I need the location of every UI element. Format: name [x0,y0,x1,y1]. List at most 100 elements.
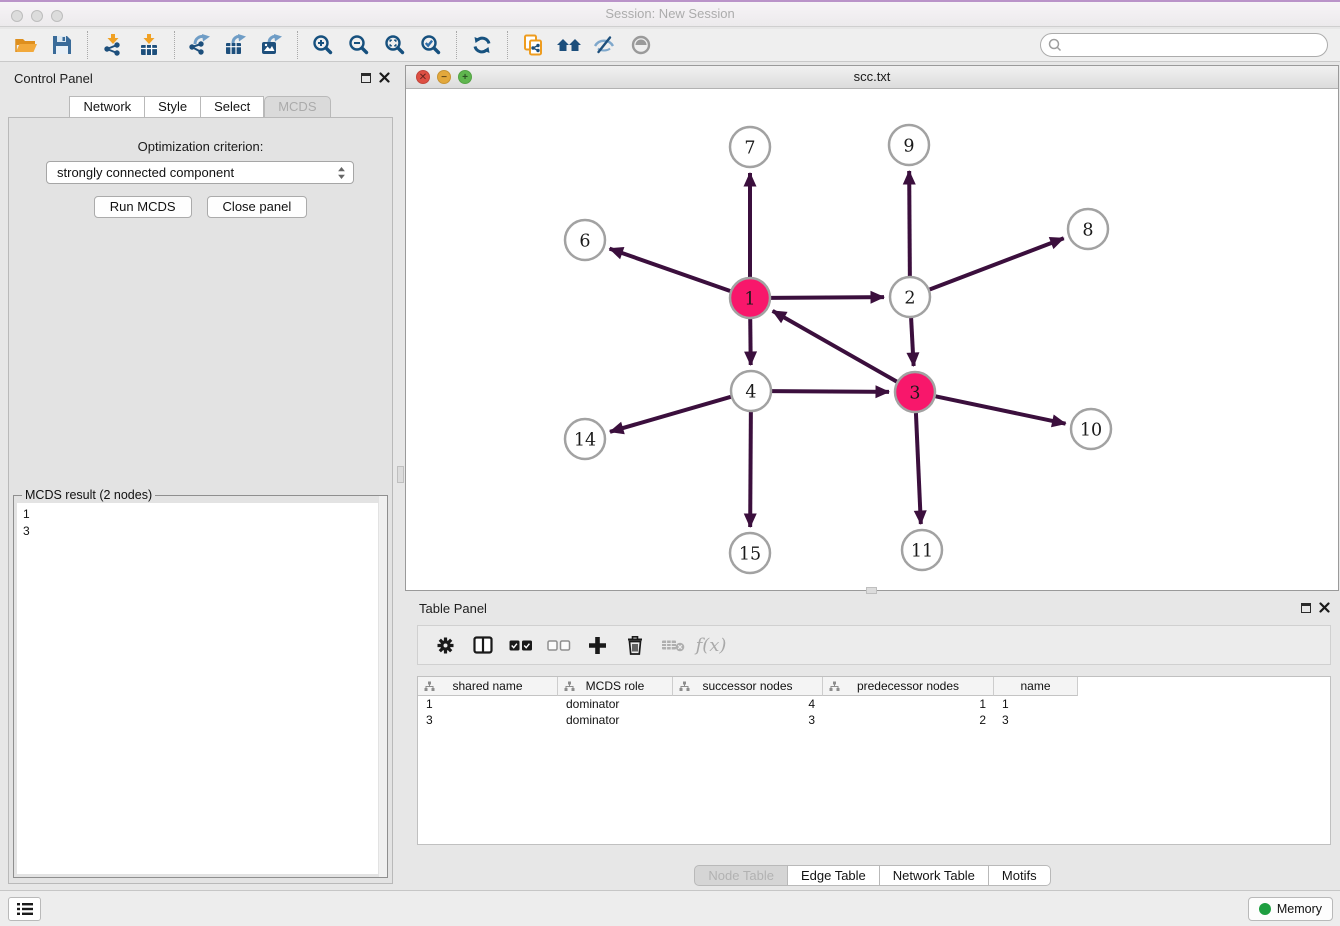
graph-node-15[interactable]: 15 [730,533,770,573]
float-panel-icon[interactable] [361,73,371,83]
float-panel-icon[interactable] [1301,603,1311,613]
graph-node-11[interactable]: 11 [902,530,942,570]
search-field-wrap [1040,33,1328,57]
graph-node-label: 14 [574,430,596,450]
show-app-manager-button[interactable] [8,897,41,921]
node-table[interactable]: shared name MCDS role successor nodes pr… [417,676,1331,845]
network-close-button[interactable]: ✕ [416,70,430,84]
graph-node-6[interactable]: 6 [565,220,605,260]
tab-style[interactable]: Style [145,96,201,118]
network-window-titlebar[interactable]: ✕ − + scc.txt [406,66,1338,89]
deselect-all-rows-button[interactable] [542,629,576,661]
export-table-button[interactable] [218,30,254,60]
tab-motifs[interactable]: Motifs [989,865,1051,886]
graph-node-1[interactable]: 1 [730,278,770,318]
toolbar-separator [507,31,508,59]
graph-edge-3-11[interactable] [916,413,921,524]
close-window-button[interactable] [11,10,23,22]
table-panel-header: Table Panel [405,595,1340,623]
graph-edge-3-10[interactable] [936,396,1066,423]
network-canvas[interactable]: 1 2 3 4 6 7 8 9 10 11 14 15 [406,89,1338,590]
criterion-selected-value: strongly connected component [57,165,234,180]
column-header-mcds-role[interactable]: MCDS role [558,677,673,696]
close-panel-icon[interactable] [1319,602,1330,613]
zoom-fit-button[interactable] [377,30,413,60]
network-from-selection-button[interactable] [515,30,551,60]
mcds-result-list[interactable]: 1 3 [17,503,384,874]
graph-edge-4-14[interactable] [610,397,731,432]
table-panel-title: Table Panel [419,601,487,616]
maximize-window-button[interactable] [51,10,63,22]
cell-mcds-role: dominator [558,696,673,712]
criterion-select[interactable]: strongly connected component [46,161,354,184]
vertical-splitter-handle[interactable] [397,466,404,483]
graph-node-8[interactable]: 8 [1068,209,1108,249]
graph-node-10[interactable]: 10 [1071,409,1111,449]
select-all-rows-button[interactable] [504,629,538,661]
tab-select[interactable]: Select [201,96,264,118]
zoom-in-button[interactable] [305,30,341,60]
zoom-selected-button[interactable] [413,30,449,60]
cell-successor-nodes: 4 [673,696,823,712]
tab-edge-table[interactable]: Edge Table [788,865,880,886]
graph-node-3[interactable]: 3 [895,372,935,412]
open-session-button[interactable] [8,30,44,60]
control-panel-title: Control Panel [14,71,93,86]
graph-edge-2-3[interactable] [911,318,914,366]
table-row[interactable]: 3 dominator 3 2 3 [418,712,1330,728]
run-mcds-button[interactable]: Run MCDS [94,196,192,218]
column-header-shared-name[interactable]: shared name [418,677,558,696]
search-input[interactable] [1040,33,1328,57]
graph-node-7[interactable]: 7 [730,127,770,167]
tab-network[interactable]: Network [69,96,145,118]
result-scrollbar[interactable] [378,496,387,877]
import-network-button[interactable] [95,30,131,60]
graph-edge-2-9[interactable] [909,171,910,276]
graph-edge-3-1[interactable] [773,311,897,382]
import-table-button[interactable] [131,30,167,60]
table-row[interactable]: 1 dominator 4 1 1 [418,696,1330,712]
show-all-button[interactable] [623,30,659,60]
graph-node-label: 6 [579,231,590,251]
graph-node-2[interactable]: 2 [890,277,930,317]
delete-row-button[interactable] [618,629,652,661]
graph-edge-4-15[interactable] [750,412,751,527]
tab-node-table[interactable]: Node Table [694,865,788,886]
apply-layout-button[interactable] [464,30,500,60]
close-panel-button[interactable]: Close panel [207,196,308,218]
gear-icon [436,636,455,655]
zoom-fit-icon [384,34,406,56]
network-maximize-button[interactable]: + [458,70,472,84]
tab-mcds[interactable]: MCDS [264,96,330,118]
memory-button[interactable]: Memory [1248,897,1333,921]
zoom-out-button[interactable] [341,30,377,60]
graph-edge-1-2[interactable] [771,297,884,298]
save-session-button[interactable] [44,30,80,60]
export-image-button[interactable] [254,30,290,60]
graph-edge-4-3[interactable] [772,391,889,392]
graph-edge-2-8[interactable] [930,238,1064,289]
show-column-button[interactable] [466,629,500,661]
table-header-row: shared name MCDS role successor nodes pr… [418,677,1330,696]
export-network-button[interactable] [182,30,218,60]
table-settings-button[interactable] [428,629,462,661]
tab-network-table[interactable]: Network Table [880,865,989,886]
tree-icon [829,681,840,692]
memory-label: Memory [1277,902,1322,916]
column-header-name[interactable]: name [994,677,1078,696]
graph-node-label: 7 [744,138,755,158]
horizontal-splitter-handle[interactable] [866,587,877,594]
column-header-predecessor-nodes[interactable]: predecessor nodes [823,677,994,696]
close-panel-icon[interactable] [379,72,390,83]
first-neighbors-button[interactable] [551,30,587,60]
network-minimize-button[interactable]: − [437,70,451,84]
graph-node-4[interactable]: 4 [731,371,771,411]
minimize-window-button[interactable] [31,10,43,22]
hide-selected-button[interactable] [587,30,623,60]
column-header-successor-nodes[interactable]: successor nodes [673,677,823,696]
graph-node-9[interactable]: 9 [889,125,929,165]
graph-node-label: 9 [903,136,914,156]
graph-node-14[interactable]: 14 [565,419,605,459]
graph-edge-1-6[interactable] [610,249,731,291]
add-row-button[interactable] [580,629,614,661]
